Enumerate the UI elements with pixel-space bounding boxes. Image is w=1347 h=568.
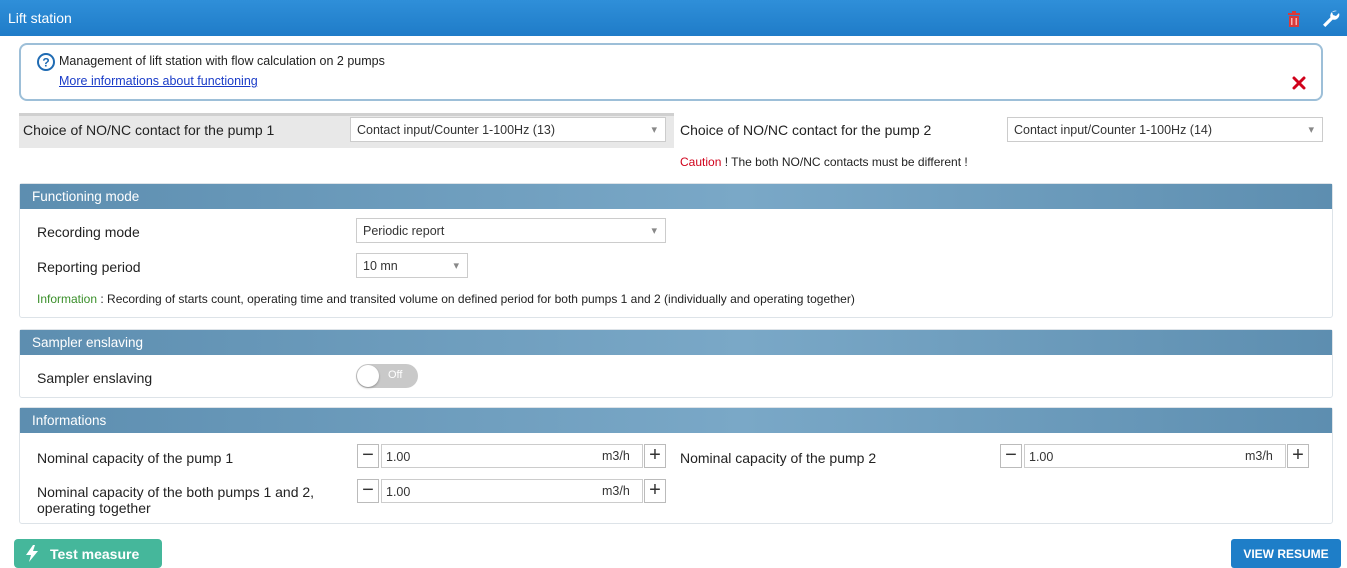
pump2-contact-select[interactable]: Contact input/Counter 1-100Hz (14) ▾: [1007, 117, 1323, 142]
pump2-capacity-label: Nominal capacity of the pump 2: [680, 450, 877, 466]
chevron-down-icon: ▾: [453, 260, 459, 272]
plus-icon[interactable]: +: [644, 479, 666, 503]
reporting-period-select[interactable]: 10 mn ▾: [356, 253, 468, 278]
window-title-bar: Lift station: [0, 0, 1347, 36]
trash-icon[interactable]: [1286, 10, 1302, 28]
question-circle-icon: ?: [37, 53, 55, 71]
pump2-capacity-value: 1.00: [1029, 450, 1054, 464]
functioning-information: Information : Recording of starts count,…: [37, 292, 855, 306]
caution-word: Caution: [680, 155, 722, 169]
both-pumps-capacity-stepper: − 1.00 m3/h +: [357, 479, 667, 504]
recording-mode-label: Recording mode: [37, 224, 140, 240]
informations-header: Informations: [20, 408, 1332, 433]
chevron-down-icon: ▾: [651, 124, 657, 136]
both-pumps-capacity-value: 1.00: [386, 485, 411, 499]
both-pumps-capacity-unit: m3/h: [602, 484, 630, 498]
caution-message: Caution ! The both NO/NC contacts must b…: [680, 155, 968, 169]
pump2-capacity-unit: m3/h: [1245, 449, 1273, 463]
pump2-capacity-stepper: − 1.00 m3/h +: [1000, 444, 1310, 469]
information-text: : Recording of starts count, operating t…: [97, 292, 855, 306]
plus-icon[interactable]: +: [1287, 444, 1309, 468]
pump1-contact-value: Contact input/Counter 1-100Hz (13): [357, 123, 556, 137]
pump2-contact-label: Choice of NO/NC contact for the pump 2: [680, 122, 932, 138]
reporting-period-label: Reporting period: [37, 259, 141, 275]
minus-icon[interactable]: −: [357, 444, 379, 468]
pump2-contact-value: Contact input/Counter 1-100Hz (14): [1014, 123, 1213, 137]
sampler-enslaving-label: Sampler enslaving: [37, 370, 153, 386]
chevron-down-icon: ▾: [651, 225, 657, 237]
recording-mode-select[interactable]: Periodic report ▾: [356, 218, 666, 243]
sampler-enslaving-header: Sampler enslaving: [20, 330, 1332, 355]
pump1-capacity-label: Nominal capacity of the pump 1: [37, 450, 234, 466]
pump1-contact-select[interactable]: Contact input/Counter 1-100Hz (13) ▾: [350, 117, 666, 142]
sampler-enslaving-panel: Sampler enslaving: [19, 329, 1333, 398]
info-description: Management of lift station with flow cal…: [59, 54, 385, 68]
chevron-down-icon: ▾: [1308, 124, 1314, 136]
minus-icon[interactable]: −: [357, 479, 379, 503]
test-measure-label: Test measure: [50, 546, 140, 562]
wrench-icon[interactable]: [1320, 8, 1340, 28]
more-info-link[interactable]: More informations about functioning: [59, 74, 258, 88]
information-word: Information: [37, 292, 98, 306]
lightning-bolt-icon: [26, 545, 38, 562]
both-pumps-capacity-label-line2: operating together: [37, 500, 151, 516]
close-icon[interactable]: [1291, 75, 1307, 91]
toggle-knob: [357, 365, 379, 387]
view-resume-button[interactable]: VIEW RESUME: [1231, 539, 1341, 568]
pump1-capacity-unit: m3/h: [602, 449, 630, 463]
pump1-contact-label: Choice of NO/NC contact for the pump 1: [23, 122, 275, 138]
toggle-state: Off: [388, 369, 403, 381]
sampler-enslaving-toggle[interactable]: Off: [356, 364, 418, 388]
recording-mode-value: Periodic report: [363, 224, 445, 238]
functioning-mode-header: Functioning mode: [20, 184, 1332, 209]
plus-icon[interactable]: +: [644, 444, 666, 468]
both-pumps-capacity-label-line1: Nominal capacity of the both pumps 1 and…: [37, 484, 315, 500]
info-box: ? Management of lift station with flow c…: [19, 43, 1323, 101]
minus-icon[interactable]: −: [1000, 444, 1022, 468]
pump1-capacity-value: 1.00: [386, 450, 411, 464]
test-measure-button[interactable]: Test measure: [14, 539, 162, 568]
window-title: Lift station: [8, 10, 72, 26]
pump1-capacity-stepper: − 1.00 m3/h +: [357, 444, 667, 469]
svg-text:?: ?: [42, 56, 49, 70]
reporting-period-value: 10 mn: [363, 259, 398, 273]
caution-text: ! The both NO/NC contacts must be differ…: [721, 155, 968, 169]
